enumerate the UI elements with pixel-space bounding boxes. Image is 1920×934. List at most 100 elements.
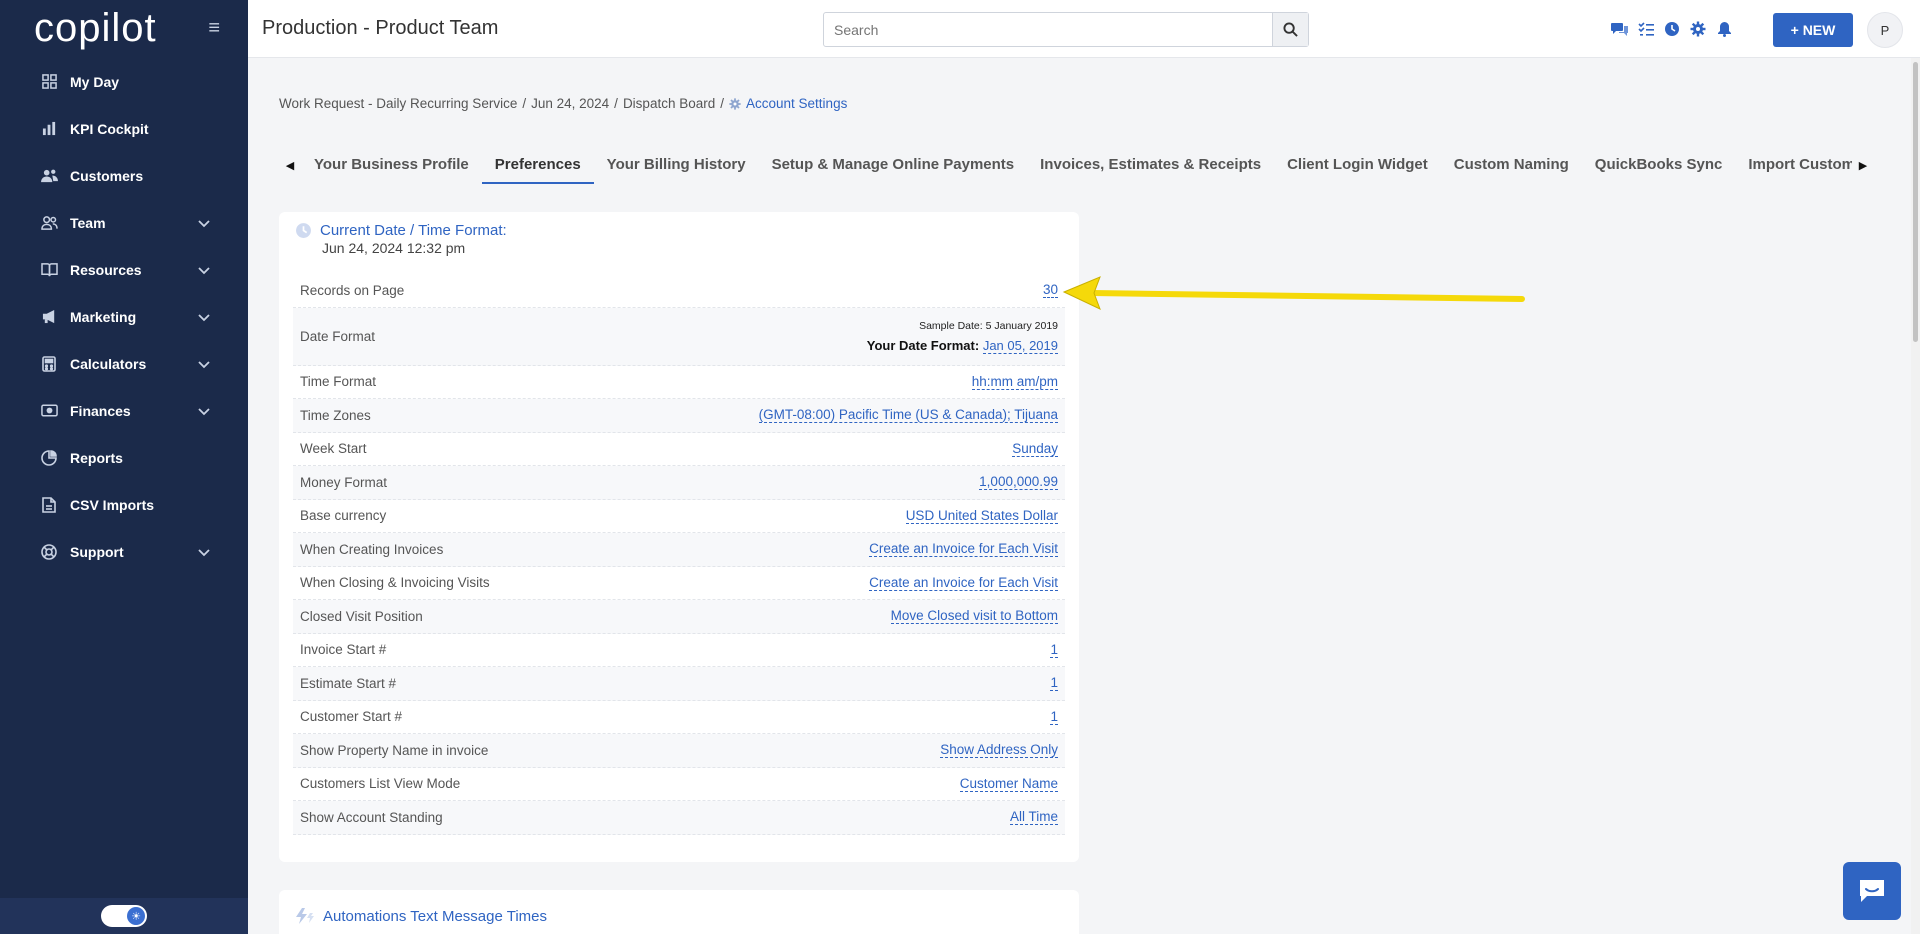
breadcrumb-item[interactable]: Dispatch Board bbox=[623, 96, 715, 111]
breadcrumb-item[interactable]: Jun 24, 2024 bbox=[531, 96, 609, 111]
lightning-icon bbox=[296, 908, 314, 924]
search-input[interactable] bbox=[824, 13, 1272, 46]
preference-row: Invoice Start # 1 bbox=[293, 634, 1065, 667]
tab-custom-naming[interactable]: Custom Naming bbox=[1441, 150, 1582, 182]
csv-file-icon bbox=[40, 496, 58, 514]
page-title: Production - Product Team bbox=[262, 17, 499, 39]
breadcrumb-current[interactable]: Account Settings bbox=[729, 96, 847, 111]
preference-value[interactable]: USD United States Dollar bbox=[905, 508, 1058, 524]
preference-value[interactable]: Create an Invoice for Each Visit bbox=[869, 541, 1058, 558]
sidebar-item-finances[interactable]: Finances bbox=[0, 387, 248, 434]
preference-row: Time Format hh:mm am/pm bbox=[293, 366, 1065, 399]
search-icon bbox=[1283, 22, 1298, 37]
sidebar-item-label: KPI Cockpit bbox=[70, 120, 149, 137]
sidebar-item-label: CSV Imports bbox=[70, 496, 155, 513]
preference-value[interactable]: All Time bbox=[1009, 809, 1058, 826]
preferences-card: Current Date / Time Format: Jun 24, 2024… bbox=[279, 212, 1079, 862]
chat-icon[interactable] bbox=[1610, 19, 1630, 39]
preference-value[interactable]: 1 bbox=[1050, 675, 1058, 692]
logo-row: copilot ≡ bbox=[0, 0, 248, 56]
preference-value[interactable]: 1 bbox=[1050, 642, 1058, 658]
preference-value[interactable]: Sunday bbox=[1012, 441, 1058, 457]
preference-value[interactable]: 30 bbox=[1042, 282, 1058, 299]
card-title-text: Current Date / Time Format: bbox=[320, 222, 507, 239]
tab-quickbooks-sync[interactable]: QuickBooks Sync bbox=[1582, 150, 1736, 182]
sidebar-item-calculators[interactable]: Calculators bbox=[0, 340, 248, 387]
app-logo[interactable]: copilot bbox=[34, 8, 157, 48]
gear-icon bbox=[729, 97, 741, 110]
preference-label: Estimate Start # bbox=[300, 675, 397, 691]
chevron-down-icon[interactable] bbox=[198, 544, 210, 560]
tab-setup-manage-online-payments[interactable]: Setup & Manage Online Payments bbox=[759, 150, 1028, 182]
page-scrollbar[interactable] bbox=[1911, 58, 1920, 934]
date-sample: Sample Date: 5 January 2019 bbox=[919, 319, 1058, 332]
preference-value[interactable]: Create an Invoice for Each Visit bbox=[869, 575, 1058, 591]
sidebar-item-kpi-cockpit[interactable]: KPI Cockpit bbox=[0, 105, 248, 152]
gear-icon[interactable] bbox=[1688, 19, 1708, 39]
sidebar-item-marketing[interactable]: Marketing bbox=[0, 293, 248, 340]
breadcrumb-current-label: Account Settings bbox=[746, 96, 848, 111]
sidebar-item-team[interactable]: Team bbox=[0, 199, 248, 246]
chevron-down-icon[interactable] bbox=[198, 356, 210, 372]
preference-row: Estimate Start # 1 bbox=[293, 667, 1065, 701]
calculator-icon bbox=[40, 355, 58, 373]
search-button[interactable] bbox=[1272, 13, 1308, 46]
tab-your-billing-history[interactable]: Your Billing History bbox=[594, 150, 759, 182]
sidebar-item-label: Finances bbox=[70, 402, 131, 419]
preference-row: Week Start Sunday bbox=[293, 433, 1065, 466]
scrollbar-thumb[interactable] bbox=[1913, 62, 1918, 342]
money-icon bbox=[40, 402, 58, 420]
preference-label: When Closing & Invoicing Visits bbox=[300, 575, 490, 591]
sidebar-item-label: Calculators bbox=[70, 355, 147, 372]
sidebar-item-customers[interactable]: Customers bbox=[0, 152, 248, 199]
sidebar-nav: My Day KPI Cockpit Customers Team Resources M… bbox=[0, 58, 248, 575]
date-yours: Your Date Format: Jan 05, 2019 bbox=[867, 337, 1058, 354]
chevron-down-icon[interactable] bbox=[198, 215, 210, 231]
sidebar-item-label: Team bbox=[70, 214, 106, 231]
chevron-down-icon[interactable] bbox=[198, 262, 210, 278]
current-datetime: Jun 24, 2024 12:32 pm bbox=[322, 240, 466, 256]
bell-icon[interactable] bbox=[1714, 19, 1734, 39]
chat-widget-button[interactable] bbox=[1843, 862, 1901, 920]
preference-label: Date Format bbox=[300, 328, 376, 344]
preference-row: When Creating Invoices Create an Invoice … bbox=[293, 533, 1065, 567]
preference-value[interactable]: Customer Name bbox=[959, 776, 1058, 792]
theme-toggle[interactable]: ☀ bbox=[101, 905, 147, 927]
sidebar-item-support[interactable]: Support bbox=[0, 528, 248, 575]
chevron-down-icon[interactable] bbox=[198, 309, 210, 325]
tab-client-login-widget[interactable]: Client Login Widget bbox=[1274, 150, 1441, 182]
tab-preferences[interactable]: Preferences bbox=[481, 150, 594, 184]
preference-value[interactable]: hh:mm am/pm bbox=[971, 374, 1058, 390]
chevron-down-icon[interactable] bbox=[198, 403, 210, 419]
sidebar-item-label: My Day bbox=[70, 73, 120, 90]
sidebar-item-resources[interactable]: Resources bbox=[0, 246, 248, 293]
preference-value[interactable]: 1 bbox=[1050, 709, 1058, 725]
preference-value[interactable]: (GMT-08:00) Pacific Time (US & Canada); … bbox=[758, 407, 1058, 424]
sun-icon: ☀ bbox=[127, 907, 145, 925]
menu-toggle-icon[interactable]: ≡ bbox=[208, 17, 220, 40]
tab-scroll-left-icon[interactable]: ◀ bbox=[279, 150, 301, 180]
clock-icon[interactable] bbox=[1662, 19, 1682, 39]
preference-value[interactable]: 1,000,000.99 bbox=[979, 474, 1058, 491]
team-icon bbox=[40, 214, 58, 232]
preference-value[interactable]: Move Closed visit to Bottom bbox=[890, 608, 1058, 625]
new-button[interactable]: + NEW bbox=[1773, 13, 1853, 47]
breadcrumb-item[interactable]: Work Request - Daily Recurring Service bbox=[279, 96, 517, 111]
automations-title-text: Automations Text Message Times bbox=[323, 907, 547, 925]
card-header: Current Date / Time Format: Jun 24, 2024… bbox=[295, 222, 507, 256]
sidebar-item-csv-imports[interactable]: CSV Imports bbox=[0, 481, 248, 528]
tab-scroll-right-icon[interactable]: ▶ bbox=[1852, 150, 1874, 180]
preference-label: Closed Visit Position bbox=[300, 608, 423, 624]
top-icons bbox=[1610, 19, 1734, 39]
sidebar-item-my-day[interactable]: My Day bbox=[0, 58, 248, 105]
preferences-list: Records on Page 30 Date Format Sample Date:… bbox=[293, 274, 1065, 835]
preference-value-date-format[interactable]: Jan 05, 2019 bbox=[982, 337, 1058, 354]
annotation-arrow bbox=[1062, 276, 1525, 310]
tab-your-business-profile[interactable]: Your Business Profile bbox=[301, 150, 482, 182]
preference-row: Customers List View Mode Customer Name bbox=[293, 768, 1065, 801]
tab-invoices-estimates-receipts[interactable]: Invoices, Estimates & Receipts bbox=[1027, 150, 1274, 182]
preference-value[interactable]: Show Address Only bbox=[940, 742, 1058, 759]
checklist-icon[interactable] bbox=[1636, 19, 1656, 39]
sidebar-item-reports[interactable]: Reports bbox=[0, 434, 248, 481]
avatar[interactable]: P bbox=[1867, 12, 1903, 48]
